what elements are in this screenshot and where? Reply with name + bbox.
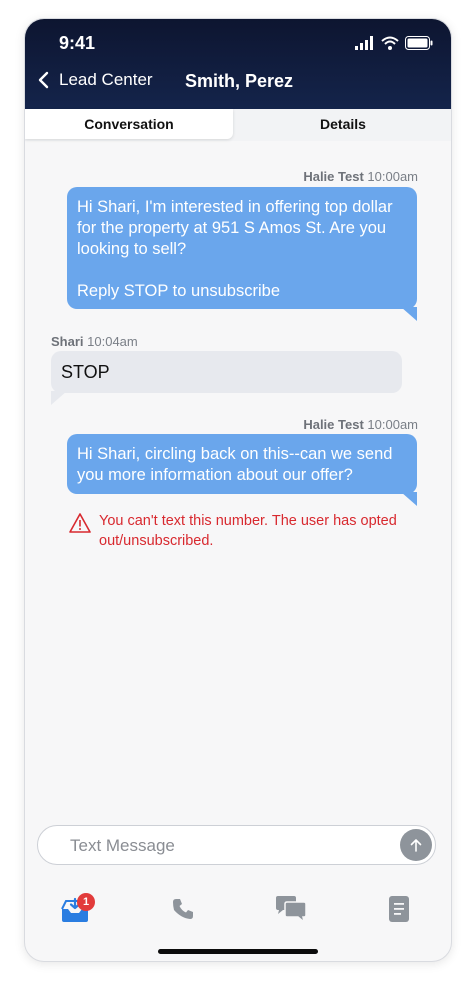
tab-conversation[interactable]: Conversation [25, 109, 233, 139]
document-icon [389, 896, 409, 922]
outgoing-message-bubble: Hi Shari, I'm interested in offering top… [67, 187, 417, 321]
opt-out-error: You can't text this number. The user has… [69, 511, 419, 551]
chat-icon [276, 896, 307, 923]
sender-name: Halie Test [303, 169, 364, 184]
message-time: 10:00am [367, 169, 418, 184]
message-line [77, 260, 417, 281]
error-line: out/unsubscribed. [99, 533, 214, 549]
warning-icon [69, 513, 91, 533]
message-meta: Halie Test 10:00am [303, 417, 418, 432]
sender-name: Shari [51, 334, 84, 349]
message-line: Hi Shari, circling back on this--can we … [77, 445, 393, 463]
message-line: for the property at 951 S Amos St. Are y… [77, 219, 387, 237]
nav-calls[interactable] [153, 879, 213, 939]
status-icons [355, 35, 433, 51]
send-button[interactable] [400, 829, 432, 861]
incoming-message-bubble: STOP [51, 351, 402, 405]
back-label: Lead Center [59, 70, 153, 89]
nav-inbox[interactable]: 1 [45, 879, 105, 939]
outgoing-message-bubble: Hi Shari, circling back on this--can we … [67, 434, 417, 506]
app-header: 9:41 Lead Center Smith, Perez [25, 19, 451, 109]
wifi-icon [381, 36, 399, 50]
sender-name: Halie Test [303, 417, 364, 432]
phone-icon [173, 899, 193, 919]
message-meta: Shari 10:04am [51, 334, 138, 349]
error-line: You can't text this number. The user has… [99, 513, 397, 529]
home-indicator [158, 949, 318, 954]
nav-messages[interactable] [261, 879, 321, 939]
message-line: Hi Shari, I'm interested in offering top… [77, 198, 393, 216]
arrow-up-icon [410, 839, 422, 852]
tab-bar: Conversation Details [25, 109, 451, 141]
message-time: 10:00am [367, 417, 418, 432]
contact-name-title: Smith, Perez [185, 71, 294, 91]
nav-notes[interactable] [369, 879, 429, 939]
message-composer [37, 825, 436, 865]
status-time: 9:41 [59, 33, 96, 53]
signal-icon [355, 36, 373, 50]
bottom-navigation: 1 [25, 879, 451, 939]
text-message-input[interactable] [68, 835, 372, 857]
message-meta: Halie Test 10:00am [303, 169, 418, 184]
message-line: you more information about our offer? [77, 466, 353, 484]
message-time: 10:04am [87, 334, 138, 349]
back-button[interactable]: Lead Center [33, 69, 153, 91]
message-line: Reply STOP to unsubscribe [77, 282, 280, 300]
phone-screen: 9:41 Lead Center Smith, Perez Conversati… [24, 18, 452, 962]
error-message: You can't text this number. The user has… [99, 511, 397, 551]
tab-details[interactable]: Details [235, 109, 451, 139]
battery-icon [405, 36, 433, 50]
chevron-left-icon [38, 71, 49, 89]
unread-badge: 1 [77, 893, 95, 911]
message-line: looking to sell? [77, 240, 187, 258]
